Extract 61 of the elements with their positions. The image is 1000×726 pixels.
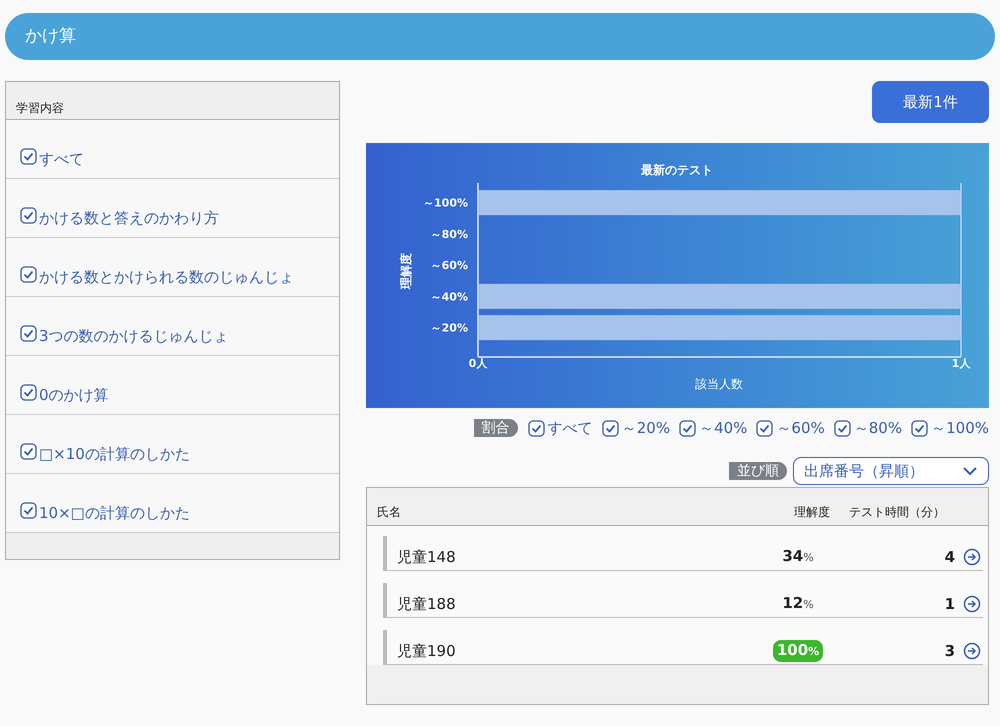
x-axis-title: 該当人数 — [695, 377, 743, 391]
checkbox[interactable] — [528, 420, 545, 436]
page-title: かけ算 — [25, 24, 76, 48]
y-tick-label: ～20% — [430, 322, 468, 335]
filter-option-label[interactable]: ～100% — [931, 416, 989, 440]
checkbox[interactable] — [834, 420, 851, 436]
arrow-circle-icon[interactable] — [963, 595, 981, 613]
column-header: 理解度 — [793, 504, 830, 521]
score-text: 12% — [782, 593, 814, 614]
score-text: 34% — [782, 546, 814, 567]
checkbox[interactable] — [20, 266, 37, 283]
filter-option-label[interactable]: すべて — [548, 416, 593, 440]
sort-label: 並び順 — [729, 462, 787, 480]
filter-option-label[interactable]: ～20% — [622, 416, 670, 440]
test-time: 3 — [944, 640, 956, 662]
filter-option-label[interactable]: ～80% — [854, 416, 902, 440]
content-label[interactable]: すべて — [39, 146, 84, 172]
test-time: 1 — [944, 594, 956, 614]
checkbox[interactable] — [679, 420, 696, 436]
student-name: 児童148 — [397, 546, 457, 568]
y-axis-title: 理解度 — [399, 253, 413, 289]
student-name: 児童190 — [397, 640, 457, 662]
content-label[interactable]: かける数とかけられる数のじゅんじょ — [39, 264, 294, 290]
test-time: 4 — [944, 546, 956, 568]
checkbox[interactable] — [20, 148, 37, 165]
student-row[interactable]: 児童148 34% 4 — [383, 536, 983, 571]
content-label[interactable]: □×10の計算のしかた — [39, 441, 190, 467]
y-tick-label: ～60% — [430, 259, 468, 272]
filter-option-label[interactable]: ～60% — [776, 416, 825, 440]
checkbox[interactable] — [20, 325, 37, 342]
sort-dropdown[interactable]: 出席番号（昇順） — [793, 457, 989, 485]
checkbox[interactable] — [20, 502, 37, 519]
content-label[interactable]: 0のかけ算 — [39, 382, 109, 408]
filter-option-label[interactable]: ～40% — [699, 416, 748, 440]
x-tick-label: 1人 — [952, 357, 970, 370]
chart-title: 最新のテスト — [641, 163, 713, 177]
checkbox[interactable] — [20, 384, 37, 401]
student-row[interactable]: 児童188 12% 1 — [383, 583, 983, 618]
arrow-circle-icon[interactable] — [963, 548, 981, 566]
y-tick-label: ～40% — [430, 290, 468, 304]
checkbox[interactable] — [20, 443, 37, 460]
filter-label: 割合 — [474, 419, 518, 437]
content-label[interactable]: 3つの数のかけるじゅんじょ — [39, 323, 229, 349]
latest-button[interactable]: 最新1件 — [872, 81, 989, 123]
score-badge: 100% — [772, 640, 824, 662]
checkbox[interactable] — [20, 207, 37, 224]
content-label[interactable]: かける数と答えのかわり方 — [39, 205, 219, 231]
y-tick-label: ～100% — [423, 196, 468, 210]
student-name: 児童188 — [397, 594, 457, 614]
chevron-down-icon — [962, 466, 978, 476]
checkbox[interactable] — [602, 420, 619, 436]
y-tick-label: ～80% — [430, 228, 468, 241]
arrow-circle-icon[interactable] — [963, 642, 981, 660]
column-header: テスト時間（分） — [848, 504, 945, 521]
panel-heading: 学習内容 — [16, 100, 64, 117]
checkbox[interactable] — [911, 420, 928, 436]
checkbox[interactable] — [756, 420, 774, 436]
student-row[interactable]: 児童190 100% 3 — [383, 630, 983, 665]
x-tick-label: 0人 — [468, 357, 488, 370]
content-label[interactable]: 10×□の計算のしかた — [39, 500, 190, 526]
column-header: 氏名 — [377, 504, 402, 521]
